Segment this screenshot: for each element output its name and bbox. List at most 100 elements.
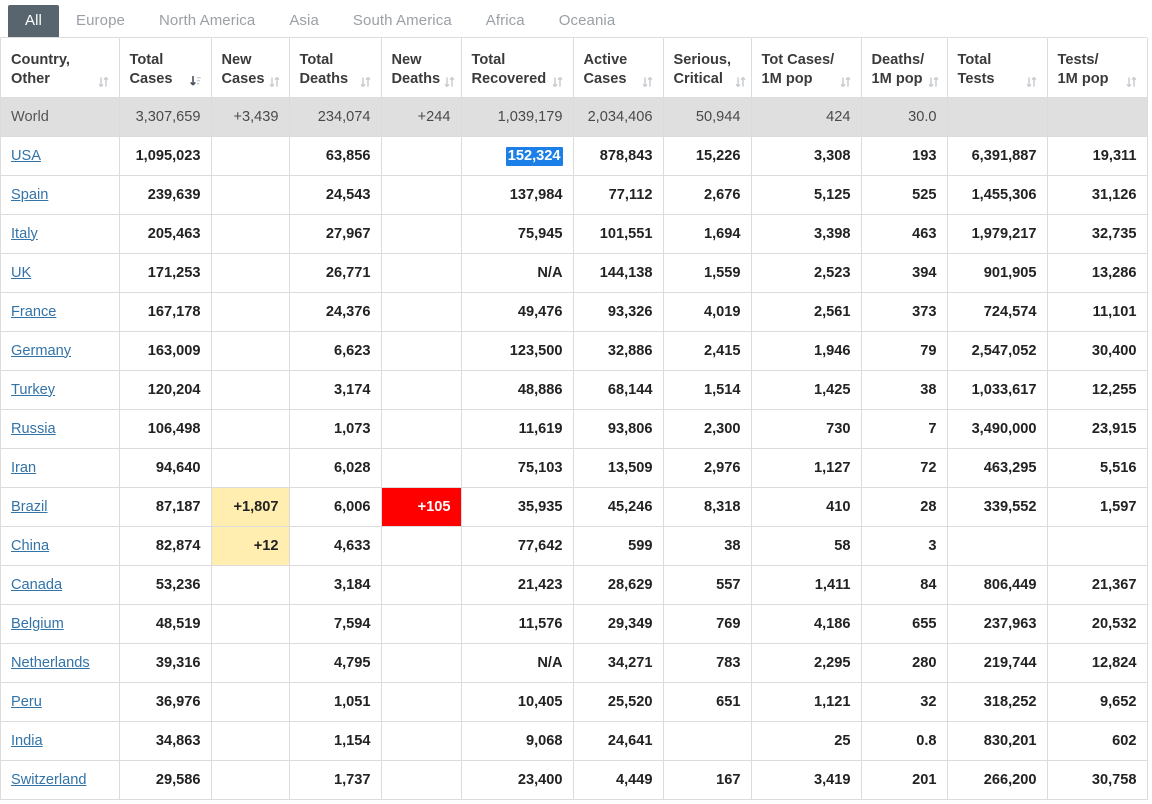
sort-toggle-icon[interactable] [1026,75,1037,89]
cell-tests-per-1m [1047,526,1148,566]
cell-value: 32,735 [1091,225,1137,242]
cell-new-cases [211,136,290,176]
cell-total-tests: 1,979,217 [947,214,1048,254]
region-tab-oceania[interactable]: Oceania [542,5,633,37]
country-link[interactable]: Germany [11,343,71,359]
cell-tests-per-1m: 31,126 [1047,175,1148,215]
cell-total-deaths: 24,376 [289,292,382,332]
cell-total-tests [947,526,1048,566]
cell-new-deaths: +244 [381,97,462,137]
country-link[interactable]: India [11,733,43,749]
country-link[interactable]: Turkey [11,382,55,398]
column-header-tests_per_1m[interactable]: Tests/1M pop [1047,38,1148,98]
column-header-country[interactable]: Country, Other [1,38,120,98]
country-link[interactable]: Netherlands [11,655,90,671]
cell-value: 1,411 [814,576,851,593]
sort-toggle-icon[interactable] [735,75,746,89]
country-link[interactable]: Peru [11,694,42,710]
cell-deaths-per-1m: 84 [861,565,948,605]
region-tab-africa[interactable]: Africa [469,5,542,37]
region-tab-south-america[interactable]: South America [336,5,469,37]
cell-total-tests: 266,200 [947,760,1048,800]
cell-value: 783 [716,654,741,671]
table-row: Belgium 48,519 7,594 11,576 29,349 769 4,186 65… [1,604,1148,644]
sort-toggle-icon[interactable] [552,75,563,89]
cell-value: 410 [826,498,851,515]
cell-total-tests: 339,552 [947,487,1048,527]
region-tab-asia[interactable]: Asia [272,5,336,37]
country-link[interactable]: USA [11,148,41,164]
country-link[interactable]: Brazil [11,499,48,515]
cell-cases-per-1m: 730 [751,409,862,449]
sort-toggle-icon[interactable] [840,75,851,89]
country-link[interactable]: UK [11,265,31,281]
country-link[interactable]: Canada [11,577,62,593]
cell-total-recovered: 123,500 [461,331,574,371]
cell-value: 3,308 [813,147,851,164]
sort-toggle-icon[interactable] [928,75,939,89]
country-link[interactable]: France [11,304,56,320]
column-header-total_tests[interactable]: Total Tests [947,38,1048,98]
cell-new-deaths: +105 [381,487,462,527]
cell-country: Belgium [1,604,120,644]
cell-value: 167,178 [147,303,201,320]
cell-active-cases: 4,449 [573,760,664,800]
column-header-total_recovered[interactable]: Total Recovered [461,38,574,98]
cell-serious: 1,559 [663,253,752,293]
region-tab-north-america[interactable]: North America [142,5,272,37]
sort-toggle-icon[interactable] [269,75,280,89]
country-link[interactable]: Russia [11,421,56,437]
cell-total-tests: 1,033,617 [947,370,1048,410]
region-tab-europe[interactable]: Europe [59,5,142,37]
cell-deaths-per-1m: 72 [861,448,948,488]
cell-value: 25,520 [607,693,653,710]
cell-value: 3 [928,537,937,554]
table-row: Netherlands 39,316 4,795 N/A 34,271 783 2,295 2… [1,643,1148,683]
sort-toggle-icon[interactable] [642,75,653,89]
country-link[interactable]: Belgium [11,616,64,632]
table-row-world: World 3,307,659 +3,439 234,074 +244 1,039,179… [1,97,1148,137]
cell-tests-per-1m [1047,97,1148,137]
cell-value: N/A [537,654,563,671]
region-tab-all[interactable]: All [8,5,59,37]
column-header-serious[interactable]: Serious, Critical [663,38,752,98]
cell-value: 123,500 [509,342,563,359]
cell-value: 3,184 [333,576,371,593]
cell-country: UK [1,253,120,293]
column-header-total_deaths[interactable]: Total Deaths [289,38,382,98]
cell-value: 239,639 [147,186,201,203]
cell-total-deaths: 4,633 [289,526,382,566]
cell-total-recovered: 11,576 [461,604,574,644]
cell-value: 6,391,887 [971,147,1037,164]
country-link[interactable]: China [11,538,49,554]
sort-toggle-icon[interactable] [1126,75,1137,89]
cell-deaths-per-1m: 655 [861,604,948,644]
column-header-active_cases[interactable]: Active Cases [573,38,664,98]
country-link[interactable]: Iran [11,460,36,476]
cell-serious: 2,415 [663,331,752,371]
column-header-new_deaths[interactable]: New Deaths [381,38,462,98]
column-header-line1: Total [957,52,992,68]
cell-value: 82,874 [155,537,201,554]
sort-toggle-icon[interactable] [444,75,455,89]
cell-cases-per-1m: 410 [751,487,862,527]
country-link[interactable]: Switzerland [11,772,86,788]
table-row: Russia 106,498 1,073 11,619 93,806 2,300 730 7 3… [1,409,1148,449]
sort-toggle-icon[interactable] [360,75,371,89]
column-header-deaths_per_1m[interactable]: Deaths/1M pop [861,38,948,98]
cell-cases-per-1m: 3,419 [751,760,862,800]
cell-value: 2,415 [703,342,741,359]
cell-value: 30,758 [1091,771,1137,788]
column-header-label: Tot Cases/1M pop [762,51,835,90]
column-header-cases_per_1m[interactable]: Tot Cases/1M pop [751,38,862,98]
column-header-line2: 1M pop [1057,71,1109,88]
column-header-total_cases[interactable]: Total Cases [119,38,212,98]
country-link[interactable]: Italy [11,226,38,242]
cell-tests-per-1m: 12,824 [1047,643,1148,683]
cell-country: France [1,292,120,332]
sort-descending-icon[interactable] [189,75,201,89]
cell-new-cases: +3,439 [211,97,290,137]
sort-toggle-icon[interactable] [98,75,109,89]
country-link[interactable]: Spain [11,187,48,203]
column-header-new_cases[interactable]: New Cases [211,38,290,98]
